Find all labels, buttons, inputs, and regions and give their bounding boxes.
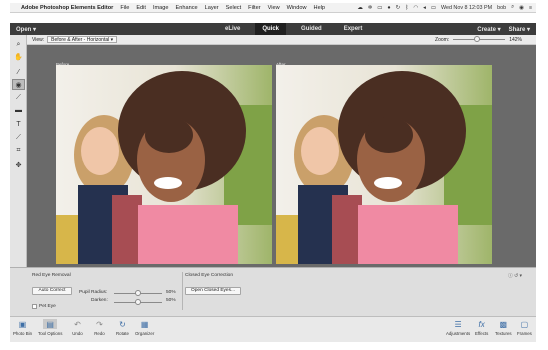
bluetooth-icon[interactable]: ᛒ [405,5,408,11]
after-image[interactable] [276,65,492,264]
menu-edit[interactable]: Edit [136,5,146,11]
zoom-slider[interactable] [453,36,506,42]
straighten-tool-icon[interactable]: ▬ [12,105,25,116]
mac-menubar: Adobe Photoshop Elements Editor File Edi… [10,3,536,13]
menu-select[interactable]: Select [226,5,242,11]
wifi-icon[interactable]: ◠ [413,5,418,11]
organizer-button[interactable]: ▦ Organizer [135,319,154,337]
open-closed-eyes-button[interactable]: Open Closed Eyes... [185,287,241,295]
frames-button[interactable]: ▢ Frames [517,319,532,337]
darken-knob[interactable] [135,299,141,305]
notification-icon[interactable]: ≡ [529,5,532,11]
after-photo [276,65,492,264]
settings-icon[interactable]: ✲ [368,5,373,11]
tab-expert[interactable]: Expert [337,23,370,35]
tool-options-icon: ▤ [43,319,58,329]
crop-tool-icon[interactable]: ⌗ [12,145,25,156]
frames-icon: ▢ [520,319,529,329]
darken-slider[interactable] [114,299,162,305]
rotate-icon: ↻ [119,319,126,329]
undo-button[interactable]: ↶ Undo [72,319,83,337]
mode-bar: Open ▾ eLive Quick Guided Expert Create … [10,23,536,35]
zoom-slider-knob[interactable] [473,36,480,42]
canvas-area: Before After [27,45,536,267]
darken-value: 50% [166,298,176,303]
auto-correct-button[interactable]: Auto Correct [32,287,72,295]
pupil-radius-knob[interactable] [135,290,141,296]
zoom-control: Zoom: 142% [435,36,536,43]
zoom-label: Zoom: [435,36,450,43]
screen-icon[interactable]: ▭ [377,5,382,11]
type-tool-icon[interactable]: T [12,119,25,130]
tab-quick[interactable]: Quick [255,23,287,35]
red-eye-section-title: Red Eye Removal [32,273,71,278]
user-name[interactable]: bob [497,5,506,11]
menu-enhance[interactable]: Enhance [176,5,198,11]
section-divider [182,272,183,310]
menu-help[interactable]: Help [314,5,326,11]
menu-window[interactable]: Window [287,5,307,11]
closed-eye-section-title: Closed Eye Correction [185,273,233,278]
menu-layer[interactable]: Layer [205,5,219,11]
pet-eye-label: Pet Eye [39,304,56,309]
pupil-radius-slider[interactable] [114,290,162,296]
tab-elive[interactable]: eLive [218,23,247,35]
history-icon[interactable]: ↻ [396,5,401,11]
textures-button[interactable]: ▩ Textures [495,319,512,337]
effects-icon: fx [478,319,485,329]
mode-tabs: eLive Quick Guided Expert [218,23,377,35]
view-select[interactable]: Before & After - Horizontal ▾ [47,36,118,43]
effects-button[interactable]: fx Effects [475,319,488,337]
toolbox: ⌕ ✋ ⁄ ◉ ⟋ ▬ T ⟋ ⌗ ✥ [10,35,27,267]
app-menu[interactable]: Adobe Photoshop Elements Editor [21,5,113,11]
record-icon[interactable]: ● [387,5,390,11]
cloud-icon[interactable]: ☁ [357,5,362,11]
view-options-bar: View: Before & After - Horizontal ▾ Zoom… [27,35,536,45]
help-icon[interactable]: ⓘ ↺ ▾ [508,272,522,279]
tool-options-panel: Red Eye Removal Auto Correct Pet Eye Pup… [10,267,536,316]
siri-icon[interactable]: ◉ [519,5,524,11]
menu-file[interactable]: File [120,5,129,11]
whiten-teeth-tool-icon[interactable]: ⟋ [12,92,25,103]
zoom-value: 142% [509,36,522,43]
spot-healing-tool-icon[interactable]: ⟋ [12,132,25,143]
menu-view[interactable]: View [268,5,280,11]
pupil-radius-label: Pupil Radius: [79,290,108,295]
move-tool-icon[interactable]: ✥ [12,159,25,170]
adjustments-button[interactable]: ☰ Adjustments [446,319,470,337]
share-button[interactable]: Share ▾ [509,26,530,33]
redo-button[interactable]: ↷ Redo [94,319,105,337]
zoom-tool-icon[interactable]: ⌕ [12,39,25,50]
hand-tool-icon[interactable]: ✋ [12,51,25,62]
battery-icon[interactable]: ▭ [431,5,436,11]
before-image[interactable] [56,65,272,264]
spotlight-icon[interactable]: ⌕ [511,4,514,11]
create-button[interactable]: Create ▾ [477,26,500,33]
organizer-icon: ▦ [140,319,149,329]
volume-icon[interactable]: ◂ [423,5,426,11]
chevron-down-icon: ▾ [33,26,37,33]
undo-icon: ↶ [74,319,81,329]
clock[interactable]: Wed Nov 8 12:03 PM [441,5,492,11]
menu-image[interactable]: Image [153,5,169,11]
pupil-radius-value: 50% [166,290,176,295]
redo-icon: ↷ [96,319,103,329]
adjustments-icon: ☰ [454,319,462,329]
red-eye-tool-icon[interactable]: ◉ [12,79,25,90]
textures-icon: ▩ [499,319,508,329]
tab-guided[interactable]: Guided [294,23,329,35]
before-photo [56,65,272,264]
pet-eye-checkbox[interactable] [32,304,37,309]
tool-options-button[interactable]: ▤ Tool Options [38,319,62,336]
status-area: ☁ ✲ ▭ ● ↻ ᛒ ◠ ◂ ▭ Wed Nov 8 12:03 PM bob… [357,4,536,11]
bottom-taskbar: ▣ Photo Bin ▤ Tool Options ↶ Undo ↷ Redo… [10,316,536,342]
photo-bin-icon: ▣ [18,319,27,329]
rotate-button[interactable]: ↻ Rotate [116,319,129,337]
quick-selection-tool-icon[interactable]: ⁄ [12,67,25,78]
view-label: View: [32,36,45,43]
photo-bin-button[interactable]: ▣ Photo Bin [13,319,32,337]
darken-label: Darken: [91,298,108,303]
menu-filter[interactable]: Filter [248,5,260,11]
open-button[interactable]: Open ▾ [16,26,36,33]
